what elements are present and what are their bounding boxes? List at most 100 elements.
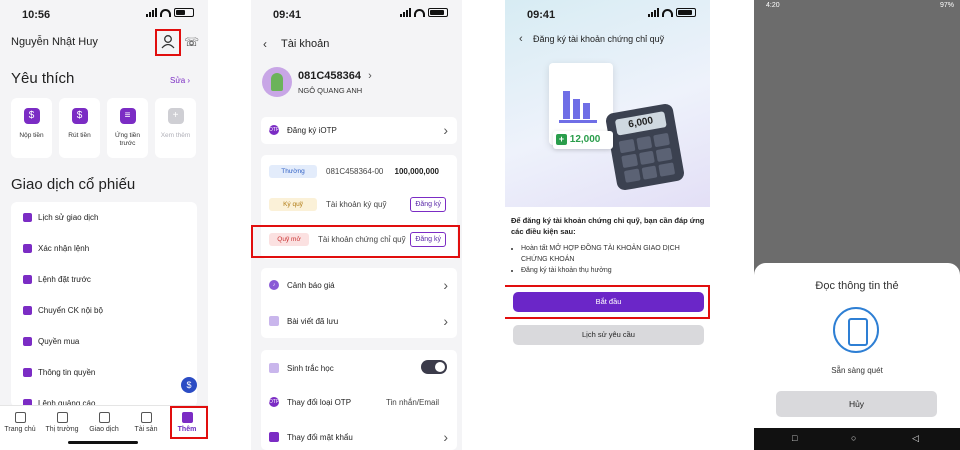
account-owner: NGÔ QUANG ANH — [298, 86, 363, 95]
more-icon: + — [167, 108, 184, 124]
tile-more[interactable]: + Xem thêm — [155, 98, 196, 158]
fingerprint-icon — [269, 363, 279, 373]
account-number-text: 081C458364 — [298, 70, 362, 82]
biometric-toggle[interactable] — [421, 360, 447, 374]
cancel-button[interactable]: Hủy — [776, 391, 937, 417]
price-alert-row[interactable]: ♪ Cảnh báo giá — [269, 280, 457, 290]
register-margin-button[interactable]: Đăng ký — [410, 197, 446, 212]
section-title: Giao dịch cổ phiếu — [11, 176, 136, 193]
edit-favorites-label: Sửa — [170, 76, 186, 85]
tile-advance[interactable]: ≡ Ứng tiền trước — [107, 98, 148, 158]
sheet-title: Đọc thông tin thẻ — [815, 280, 899, 292]
menu-label: Thông tin quyền — [38, 368, 96, 377]
security-card: Sinh trắc học OTP Thay đổi loại OTP Tin … — [261, 350, 457, 450]
lock-icon — [269, 432, 279, 442]
signal-icon — [400, 8, 411, 17]
scan-status: Sẵn sàng quét — [831, 366, 883, 375]
preorder-icon — [23, 275, 32, 284]
calculator-keys — [618, 132, 676, 183]
money-badge: + 12,000 — [553, 131, 613, 149]
saved-posts-label: Bài viết đã lưu — [287, 316, 339, 326]
signal-icon — [648, 8, 659, 17]
phone-icon[interactable]: ☏ — [184, 35, 199, 49]
tile-deposit[interactable]: $ Nộp tiền — [11, 98, 52, 158]
battery-icon — [428, 8, 448, 17]
wifi-icon — [662, 8, 673, 17]
sub-account-value: 100,000,000 — [394, 167, 440, 176]
back-triangle-icon[interactable]: ◁ — [912, 433, 919, 444]
menu-label: Xác nhận lệnh — [38, 244, 90, 253]
otp-icon: OTP — [269, 125, 280, 135]
menu-label: Quyền mua — [38, 337, 80, 346]
rights-icon — [23, 337, 32, 346]
iotp-label: Đăng ký iOTP — [287, 125, 337, 135]
account-number[interactable]: 081C458364 › — [298, 70, 372, 82]
tab-market[interactable]: Thị trường — [42, 412, 82, 433]
page-title: Đăng ký tài khoản chứng chỉ quỹ — [533, 34, 665, 44]
home-icon — [14, 412, 26, 423]
back-chevron-icon[interactable]: ‹ — [263, 37, 267, 51]
menu-label: Chuyển CK nội bộ — [38, 306, 103, 315]
status-icons — [648, 8, 696, 17]
assets-icon — [140, 412, 152, 423]
tile-label: Rút tiền — [68, 132, 91, 139]
screen-more-menu: 10:56 Nguyễn Nhật Huy ☏ Yêu thích Sửa › … — [0, 0, 208, 450]
highlight-fund-account — [251, 225, 460, 258]
status-time: 4:20 — [766, 2, 780, 9]
change-otp-label: Thay đổi loại OTP — [287, 397, 352, 407]
price-alert-label: Cảnh báo giá — [287, 280, 335, 290]
android-status-bar: 4:20 97% — [754, 0, 960, 14]
user-name: Nguyễn Nhật Huy — [11, 36, 98, 48]
home-circle-icon[interactable]: ○ — [851, 433, 856, 443]
chevron-right-icon: › — [368, 70, 372, 82]
recents-icon[interactable]: □ — [792, 433, 797, 443]
menu-item-history[interactable]: Lịch sử giao dịch — [23, 213, 99, 222]
change-password-row[interactable]: Thay đổi mật khẩu — [269, 432, 457, 442]
saved-posts-row[interactable]: Bài viết đã lưu — [269, 316, 457, 326]
bell-icon: ♪ — [269, 280, 279, 290]
market-icon — [56, 412, 68, 423]
chevron-right-icon: › — [443, 277, 448, 293]
menu-label: Lịch sử giao dịch — [38, 213, 99, 222]
tab-assets[interactable]: Tài sản — [126, 412, 166, 433]
status-bar: 09:41 — [505, 0, 710, 26]
change-password-label: Thay đổi mật khẩu — [287, 432, 353, 442]
wifi-icon — [160, 8, 171, 17]
edit-favorites-link[interactable]: Sửa › — [170, 76, 190, 85]
support-fab-icon[interactable]: $ — [181, 377, 197, 393]
highlight-profile — [155, 29, 181, 56]
sub-account-normal[interactable]: Thường 081C458364-00 100,000,000 — [269, 165, 457, 178]
tile-withdraw[interactable]: $ Rút tiền — [59, 98, 100, 158]
iotp-row[interactable]: OTP Đăng ký iOTP › — [261, 117, 457, 144]
menu-item-confirm[interactable]: Xác nhận lệnh — [23, 244, 89, 253]
status-time: 09:41 — [527, 9, 556, 21]
tab-trade[interactable]: Giao dịch — [84, 412, 124, 433]
requirement-item: Hoàn tất MỞ HỢP ĐỒNG TÀI KHOẢN GIAO DỊCH… — [521, 244, 707, 266]
page-title: Tài khoản — [281, 38, 330, 50]
status-icons — [146, 8, 194, 17]
tab-home[interactable]: Trang chủ — [0, 412, 40, 433]
otp-icon: OTP — [269, 397, 280, 407]
menu-item-transfer[interactable]: Chuyển CK nội bộ — [23, 306, 103, 315]
change-otp-row[interactable]: OTP Thay đổi loại OTP Tin nhắn/Email — [269, 397, 457, 407]
tab-label: Tài sản — [134, 426, 158, 433]
tab-label: Giao dịch — [89, 426, 119, 433]
screen-fund-registration: 6,000 + 12,000 09:41 ‹ Đăng ký tài khoản… — [505, 0, 710, 450]
otp-type-value: Tin nhắn/Email — [385, 397, 439, 407]
status-bar: 10:56 — [0, 0, 208, 26]
info-icon — [23, 368, 32, 377]
plus-icon: + — [556, 134, 567, 145]
deposit-icon: $ — [23, 108, 40, 124]
tile-label: Ứng tiền trước — [114, 132, 141, 148]
avatar[interactable] — [262, 67, 292, 97]
menu-item-rights-info[interactable]: Thông tin quyền — [23, 368, 95, 377]
wifi-icon — [414, 8, 425, 17]
chevron-right-icon: › — [443, 122, 448, 138]
back-chevron-icon[interactable]: ‹ — [519, 33, 523, 45]
battery-icon — [174, 8, 194, 17]
transfer-icon — [23, 306, 32, 315]
request-history-button[interactable]: Lịch sử yêu cầu — [513, 325, 704, 345]
menu-item-rights[interactable]: Quyền mua — [23, 337, 79, 346]
menu-item-preorder[interactable]: Lệnh đặt trước — [23, 275, 91, 284]
history-icon — [23, 213, 32, 222]
